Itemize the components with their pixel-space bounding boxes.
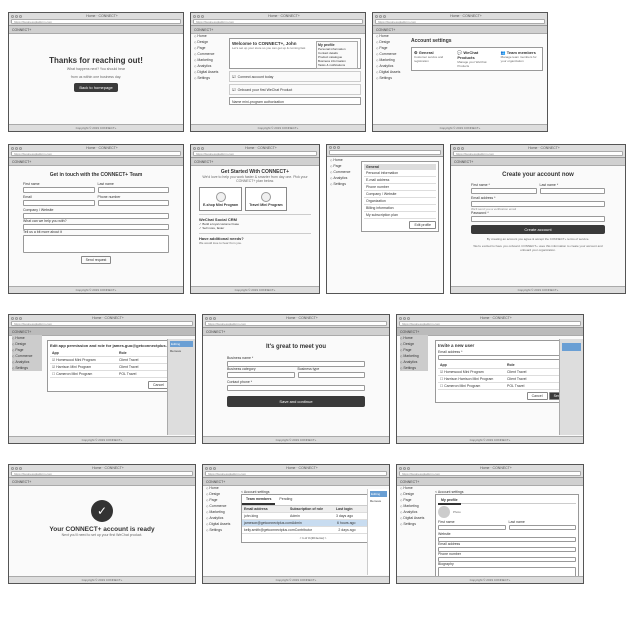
invite-title: Invite a new user [438, 343, 576, 348]
wf-meet: Home · CONNECT+https://businessplatform.… [202, 314, 390, 444]
side-panel: Editing Remove [167, 339, 195, 435]
side-panel [559, 339, 583, 435]
task-2[interactable]: Onboard your first WeChat Product [229, 84, 361, 95]
page-title: Account settings [411, 38, 543, 44]
last-input[interactable] [540, 188, 606, 194]
wf-create-account: Home · CONNECT+https://businessplatform.… [450, 144, 626, 294]
bag-icon [216, 192, 226, 202]
cat-select[interactable] [227, 372, 295, 378]
last-name-input[interactable] [98, 187, 170, 193]
wf-profile: Home · CONNECT+https://businessplatform.… [396, 464, 584, 584]
wf-contact: Home · CONNECT+https://businessplatform.… [8, 144, 184, 294]
wf-edit-perm: Home · CONNECT+https://businessplatform.… [8, 314, 196, 444]
task-3[interactable]: Name mini-program authorization [229, 97, 361, 105]
card-eshop[interactable]: E-shop Mini Program [199, 187, 242, 211]
tab-pending[interactable]: Pending [275, 495, 296, 505]
sub-line-2: from us within one business day. [13, 75, 179, 79]
ready-title: Your CONNECT+ account is ready [13, 526, 191, 533]
wf-general: HomePageCommerceAnalyticsSettings Genera… [326, 144, 444, 294]
table-row-selected[interactable]: jameson@getconnectplus.comAdmin6 hours a… [242, 520, 384, 527]
plane-icon [261, 192, 271, 202]
meet-title: It's great to meet you [227, 344, 365, 350]
first-input[interactable] [471, 188, 537, 194]
contact-title: Get in touch with the CONNECT+ Team [23, 172, 169, 178]
window-title: Home · CONNECT+ [23, 14, 181, 18]
card-travel[interactable]: Travel Mini Program [245, 187, 286, 211]
send-button[interactable]: Send request [81, 256, 112, 264]
wf-account-settings: Home · CONNECT+https://businessplatform.… [372, 12, 548, 132]
wf-welcome: Home · CONNECT+https://businessplatform.… [190, 12, 366, 132]
tab-profile[interactable]: My profile [438, 497, 461, 505]
phone-input[interactable] [227, 385, 365, 391]
phone-input[interactable] [98, 200, 170, 206]
continue-btn[interactable]: Save and continue [227, 396, 365, 407]
email-input[interactable] [23, 200, 95, 206]
card-products[interactable]: 💬 WeChat Products [457, 50, 496, 60]
type-select[interactable] [298, 372, 366, 378]
app-ribbon: CONNECT+ [9, 26, 183, 34]
profile-box: My profile Personal information Contact … [316, 41, 358, 69]
avatar[interactable] [438, 506, 450, 518]
wf-invite: Home · CONNECT+https://businessplatform.… [396, 314, 584, 444]
pager[interactable]: < 1 of 3 (20 items) > [242, 534, 384, 542]
message-textarea[interactable] [23, 235, 169, 253]
check-icon: ✓ [91, 500, 113, 522]
invite-email[interactable] [438, 355, 576, 360]
url-bar[interactable]: https://businessplatform.com [11, 19, 181, 24]
browser-chrome: Home · CONNECT+ https://businessplatform… [9, 13, 183, 26]
sidebar: Home Design Page Commerce Marketing Anal… [194, 33, 222, 81]
sub-line-1: What happens next? You should hear [13, 67, 179, 71]
wf-team: Home · CONNECT+https://businessplatform.… [202, 464, 390, 584]
wf-ready: Home · CONNECT+https://businessplatform.… [8, 464, 196, 584]
create-button[interactable]: Create account [471, 225, 605, 234]
wf-get-started: Home · CONNECT+https://businessplatform.… [190, 144, 320, 294]
edit-button[interactable]: Edit profile [409, 221, 436, 229]
first-name-input[interactable] [23, 187, 95, 193]
wireframe-grid: Home · CONNECT+ https://businessplatform… [0, 0, 636, 596]
back-button[interactable]: Back to homepage [74, 83, 117, 92]
wf-thanks: Home · CONNECT+ https://businessplatform… [8, 12, 184, 132]
task-1[interactable]: Connect account today [229, 71, 361, 82]
footer: Copyright © 2019 CONNECT+ [9, 124, 183, 131]
page-heading: Thanks for reaching out! [13, 56, 179, 65]
sb-settings[interactable]: Settings [194, 75, 222, 81]
cancel-btn[interactable]: Cancel [527, 392, 548, 400]
tab-team[interactable]: Team members [242, 495, 275, 505]
pass-input[interactable] [471, 216, 605, 222]
cancel-btn[interactable]: Cancel [148, 381, 169, 389]
ca-title: Create your account now [471, 172, 605, 178]
